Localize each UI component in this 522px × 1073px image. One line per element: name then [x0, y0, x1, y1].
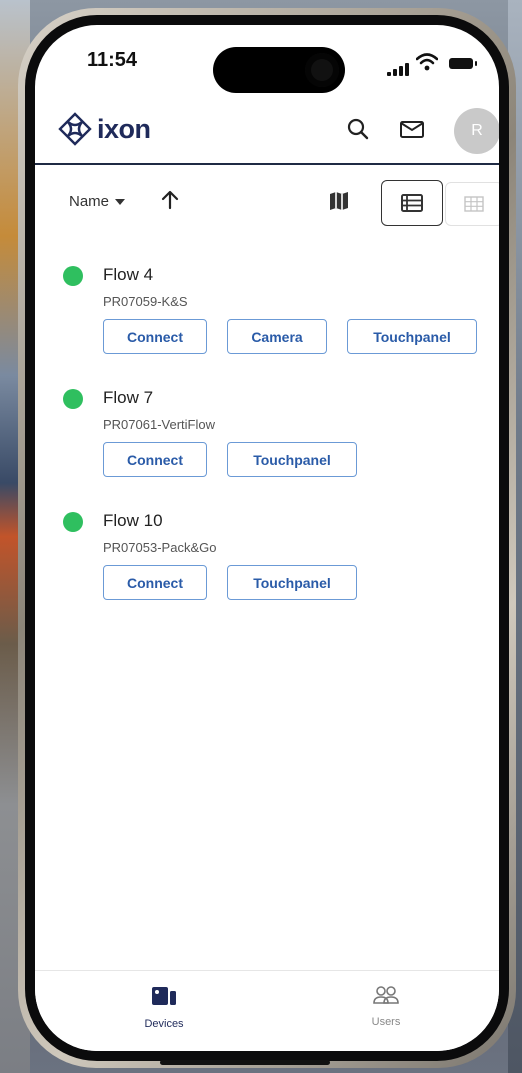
front-camera: [305, 53, 339, 87]
nav-users[interactable]: Users: [341, 985, 431, 1028]
wifi-icon: [416, 53, 438, 71]
map-icon[interactable]: [327, 189, 351, 213]
list-toolbar: Name: [35, 175, 499, 235]
devices-icon: [152, 987, 176, 1005]
device-actions: Connect Touchpanel: [103, 565, 357, 600]
touchpanel-button[interactable]: Touchpanel: [227, 565, 357, 600]
device-list: Flow 4 PR07059-K&S Connect Camera Touchp…: [35, 261, 499, 630]
logo-text: ixon: [97, 113, 151, 144]
mail-icon[interactable]: [398, 115, 426, 143]
caret-down-icon: [115, 198, 126, 205]
sort-field-label: Name: [69, 193, 110, 210]
ixon-logo-icon: [58, 112, 92, 146]
users-icon: [373, 986, 399, 1004]
online-status-dot: [63, 512, 83, 532]
bottom-navigation: Devices Users: [35, 970, 499, 1051]
online-status-dot: [63, 389, 83, 409]
nav-users-label: Users: [371, 1016, 401, 1028]
grid-view-icon: [464, 196, 484, 212]
user-avatar[interactable]: R: [454, 108, 499, 154]
search-icon[interactable]: [344, 115, 372, 143]
ixon-logo[interactable]: ixon: [57, 111, 151, 147]
home-indicator[interactable]: [160, 1060, 330, 1065]
device-serial: PR07061-VertiFlow: [103, 417, 215, 432]
list-view-toggle[interactable]: [381, 180, 443, 226]
list-view-icon: [401, 194, 423, 212]
battery-icon: [449, 58, 477, 69]
camera-button[interactable]: Camera: [227, 319, 327, 354]
phone-frame: 11:54 ixon R Name Flow 4 PR07059-K&S Con…: [18, 8, 516, 1068]
nav-devices-label: Devices: [144, 1018, 184, 1030]
grid-view-toggle[interactable]: [445, 182, 499, 226]
device-name: Flow 4: [103, 265, 154, 284]
phone-screen: 11:54 ixon R Name Flow 4 PR07059-K&S Con…: [35, 25, 499, 1051]
dynamic-island: [213, 47, 345, 93]
device-actions: Connect Touchpanel: [103, 442, 357, 477]
device-name: Flow 7: [103, 388, 154, 407]
device-actions: Connect Camera Touchpanel: [103, 319, 477, 354]
arrow-up-icon[interactable]: [159, 189, 181, 211]
connect-button[interactable]: Connect: [103, 565, 207, 600]
nav-devices[interactable]: Devices: [119, 985, 209, 1030]
device-serial: PR07059-K&S: [103, 294, 188, 309]
online-status-dot: [63, 266, 83, 286]
app-header: ixon R: [35, 95, 499, 165]
connect-button[interactable]: Connect: [103, 319, 207, 354]
status-time: 11:54: [87, 49, 138, 71]
status-bar: 11:54: [35, 25, 499, 95]
connect-button[interactable]: Connect: [103, 442, 207, 477]
device-serial: PR07053-Pack&Go: [103, 540, 217, 555]
device-item-flow-7[interactable]: Flow 7 PR07061-VertiFlow Connect Touchpa…: [35, 384, 499, 507]
avatar-initial: R: [471, 122, 483, 139]
device-name: Flow 10: [103, 511, 163, 530]
signal-icon: [387, 63, 409, 76]
device-item-flow-4[interactable]: Flow 4 PR07059-K&S Connect Camera Touchp…: [35, 261, 499, 384]
phone-bezel: 11:54 ixon R Name Flow 4 PR07059-K&S Con…: [25, 15, 509, 1061]
device-item-flow-10[interactable]: Flow 10 PR07053-Pack&Go Connect Touchpan…: [35, 507, 499, 630]
touchpanel-button[interactable]: Touchpanel: [227, 442, 357, 477]
sort-field-dropdown[interactable]: Name: [69, 193, 126, 210]
touchpanel-button[interactable]: Touchpanel: [347, 319, 477, 354]
